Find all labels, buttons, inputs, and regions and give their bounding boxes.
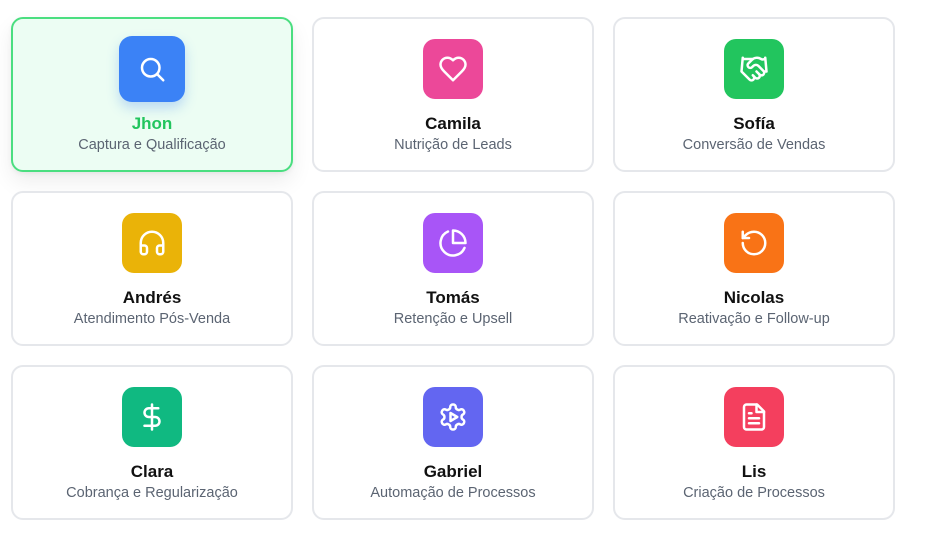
agent-grid: Jhon Captura e Qualificação Camila Nutri… (0, 0, 927, 554)
agent-icon-box (423, 213, 483, 273)
agent-card-sofia[interactable]: Sofía Conversão de Vendas (613, 17, 895, 172)
agent-icon-box (119, 36, 185, 102)
agent-name: Tomás (426, 288, 480, 307)
agent-icon-box (724, 39, 784, 99)
rotate-ccw-icon (741, 230, 767, 256)
agent-card-lis[interactable]: Lis Criação de Processos (613, 365, 895, 520)
agent-role: Captura e Qualificação (78, 137, 226, 153)
agent-role: Criação de Processos (683, 485, 825, 501)
agent-name: Andrés (122, 288, 182, 307)
handshake-icon (740, 56, 768, 82)
agent-role: Atendimento Pós-Venda (73, 311, 231, 327)
agent-card-tomas[interactable]: Tomás Retenção e Upsell (312, 191, 594, 346)
agent-card-jhon[interactable]: Jhon Captura e Qualificação (11, 17, 293, 172)
agent-icon-box (724, 213, 784, 273)
headphones-icon (139, 230, 165, 256)
agent-icon-box (423, 39, 483, 99)
agent-name: Clara (130, 462, 174, 481)
heart-icon (439, 56, 467, 82)
agent-role: Nutrição de Leads (394, 137, 512, 153)
gear-play-icon (440, 403, 466, 431)
agent-name: Gabriel (423, 462, 483, 481)
agent-icon-box (122, 387, 182, 447)
agent-name: Sofía (733, 114, 775, 133)
agent-role: Automação de Processos (370, 485, 536, 501)
agent-card-andres[interactable]: Andrés Atendimento Pós-Venda (11, 191, 293, 346)
pie-chart-icon (439, 229, 467, 257)
dollar-sign-icon (143, 403, 161, 431)
agent-card-nicolas[interactable]: Nicolas Reativação e Follow-up (613, 191, 895, 346)
agent-card-gabriel[interactable]: Gabriel Automação de Processos (312, 365, 594, 520)
agent-role: Cobrança e Regularização (66, 485, 238, 501)
file-text-icon (742, 403, 766, 431)
agent-role: Conversão de Vendas (682, 137, 826, 153)
agent-name: Jhon (131, 114, 173, 133)
agent-name: Camila (425, 114, 481, 133)
agent-name: Lis (741, 462, 767, 481)
agent-role: Retenção e Upsell (393, 311, 513, 327)
agent-icon-box (423, 387, 483, 447)
agent-name: Nicolas (723, 288, 785, 307)
agent-card-camila[interactable]: Camila Nutrição de Leads (312, 17, 594, 172)
search-icon (140, 57, 165, 82)
agent-role: Reativação e Follow-up (678, 311, 830, 327)
agent-icon-box (724, 387, 784, 447)
agent-icon-box (122, 213, 182, 273)
agent-card-clara[interactable]: Clara Cobrança e Regularização (11, 365, 293, 520)
